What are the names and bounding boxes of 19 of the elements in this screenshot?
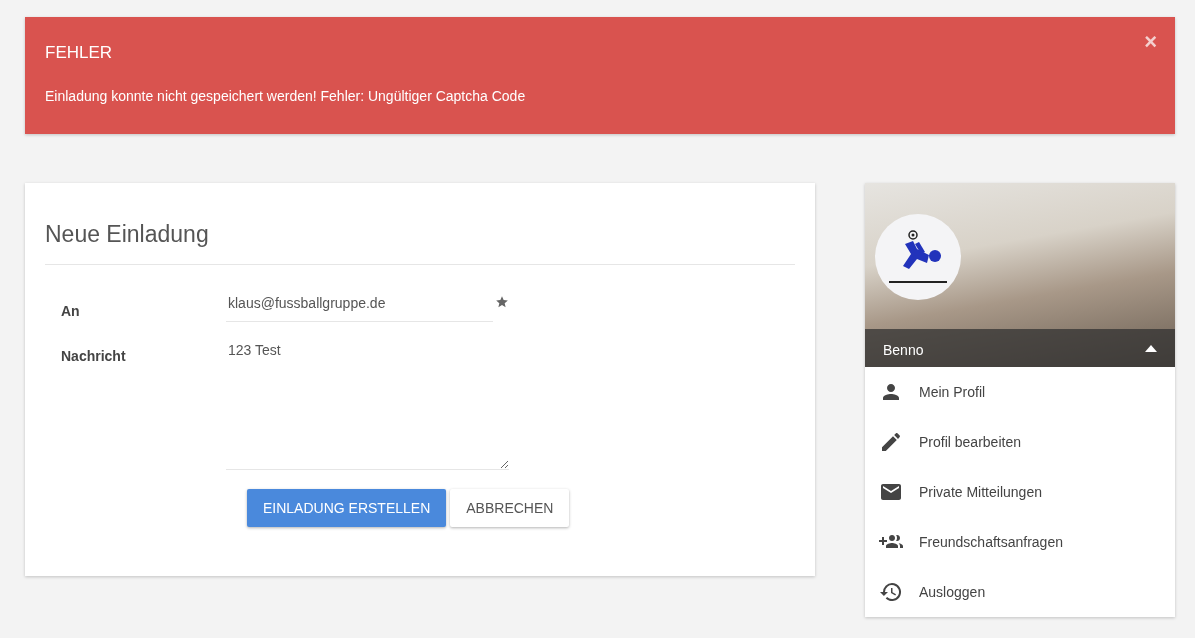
- form-title: Neue Einladung: [45, 221, 210, 249]
- menu-item[interactable]: Freundschaftsanfragen: [865, 517, 1175, 567]
- history-icon: [879, 580, 903, 604]
- menu-item[interactable]: Profil bearbeiten: [865, 417, 1175, 467]
- create-button[interactable]: EINLADUNG ERSTELLEN: [247, 489, 447, 527]
- message-text-area[interactable]: 123 Test: [226, 342, 509, 470]
- pencil-icon: [879, 430, 903, 454]
- cancel-button[interactable]: ABBRECHEN: [450, 489, 570, 527]
- avatar-icon: [875, 214, 961, 300]
- alert-message: Einladung konnte nicht gespeichert werden! Fehler: Ungültiger Captcha Code: [45, 88, 527, 104]
- caret-icon[interactable]: [1145, 344, 1157, 352]
- user-name: Benno: [883, 340, 924, 358]
- menu-item[interactable]: Mein Profil: [865, 367, 1175, 417]
- email-input-field[interactable]: klaus@fussballgruppe.de: [226, 295, 493, 322]
- menu-item[interactable]: Private Mitteilungen: [865, 467, 1175, 517]
- alert-title: FEHLER: [45, 43, 114, 63]
- menu-item[interactable]: Ausloggen: [865, 567, 1175, 617]
- field-label: An: [60, 303, 81, 319]
- field-label: Nachricht: [60, 348, 127, 364]
